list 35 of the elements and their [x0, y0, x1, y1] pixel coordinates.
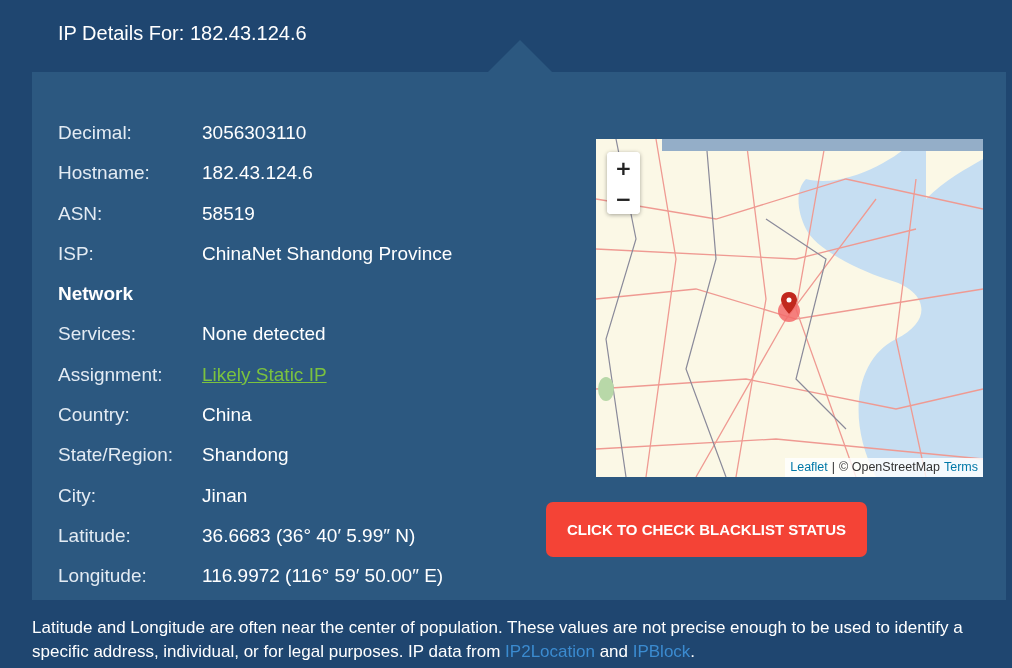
field-value: 182.43.124.6	[202, 162, 313, 184]
field-value: China	[202, 404, 252, 426]
page-title: IP Details For: 182.43.124.6	[58, 21, 307, 46]
attribution-text: © OpenStreetMap	[839, 459, 940, 476]
field-value: 116.9972 (116° 59′ 50.00″ E)	[202, 565, 444, 587]
field-label: Decimal:	[58, 121, 133, 145]
field-label: City:	[58, 483, 97, 508]
field-value: 58519	[202, 202, 255, 224]
field-label: State/Region:	[58, 443, 175, 468]
field-value: Shandong	[202, 444, 289, 466]
zoom-in-button[interactable]: +	[607, 152, 640, 183]
field-label: Hostname:	[58, 161, 151, 186]
zoom-out-button[interactable]: −	[607, 183, 640, 214]
field-label: ISP:	[58, 241, 95, 266]
ip2location-link[interactable]: IP2Location	[505, 642, 595, 661]
attribution-separator: |	[831, 459, 836, 476]
field-value: Network	[58, 282, 133, 307]
field-value: 3056303110	[202, 122, 307, 143]
terms-link[interactable]: Terms	[943, 459, 978, 476]
field-label: Services:	[58, 322, 138, 347]
field-value: ChinaNet Shandong Province	[202, 242, 453, 264]
field-value: None detected	[202, 323, 326, 345]
field-label: Country:	[58, 403, 131, 428]
field-label: Assignment:	[58, 362, 164, 387]
field-value: Jinan	[202, 484, 248, 506]
field-label: ASN:	[58, 201, 104, 226]
blacklist-button[interactable]: CLICK TO CHECK BLACKLIST STATUS	[546, 502, 867, 557]
assignment-link[interactable]: Likely Static IP	[202, 363, 327, 385]
field-label: Latitude:	[58, 523, 132, 548]
map[interactable]: + − Leaflet | © OpenStreetMap Terms	[596, 139, 983, 477]
ipblock-link[interactable]: IPBlock	[632, 642, 691, 661]
field-label: Longitude:	[58, 564, 148, 589]
leaflet-link[interactable]: Leaflet	[790, 459, 828, 476]
disclaimer-text: Latitude and Longitude are often near the center of population. These values are not precise enough to be used to identify a specific address, individual, or for legal purposes. IP data from IP2Location and IPBlock.	[31, 617, 964, 663]
field-value: 36.6683 (36° 40′ 5.99″ N)	[202, 524, 416, 546]
